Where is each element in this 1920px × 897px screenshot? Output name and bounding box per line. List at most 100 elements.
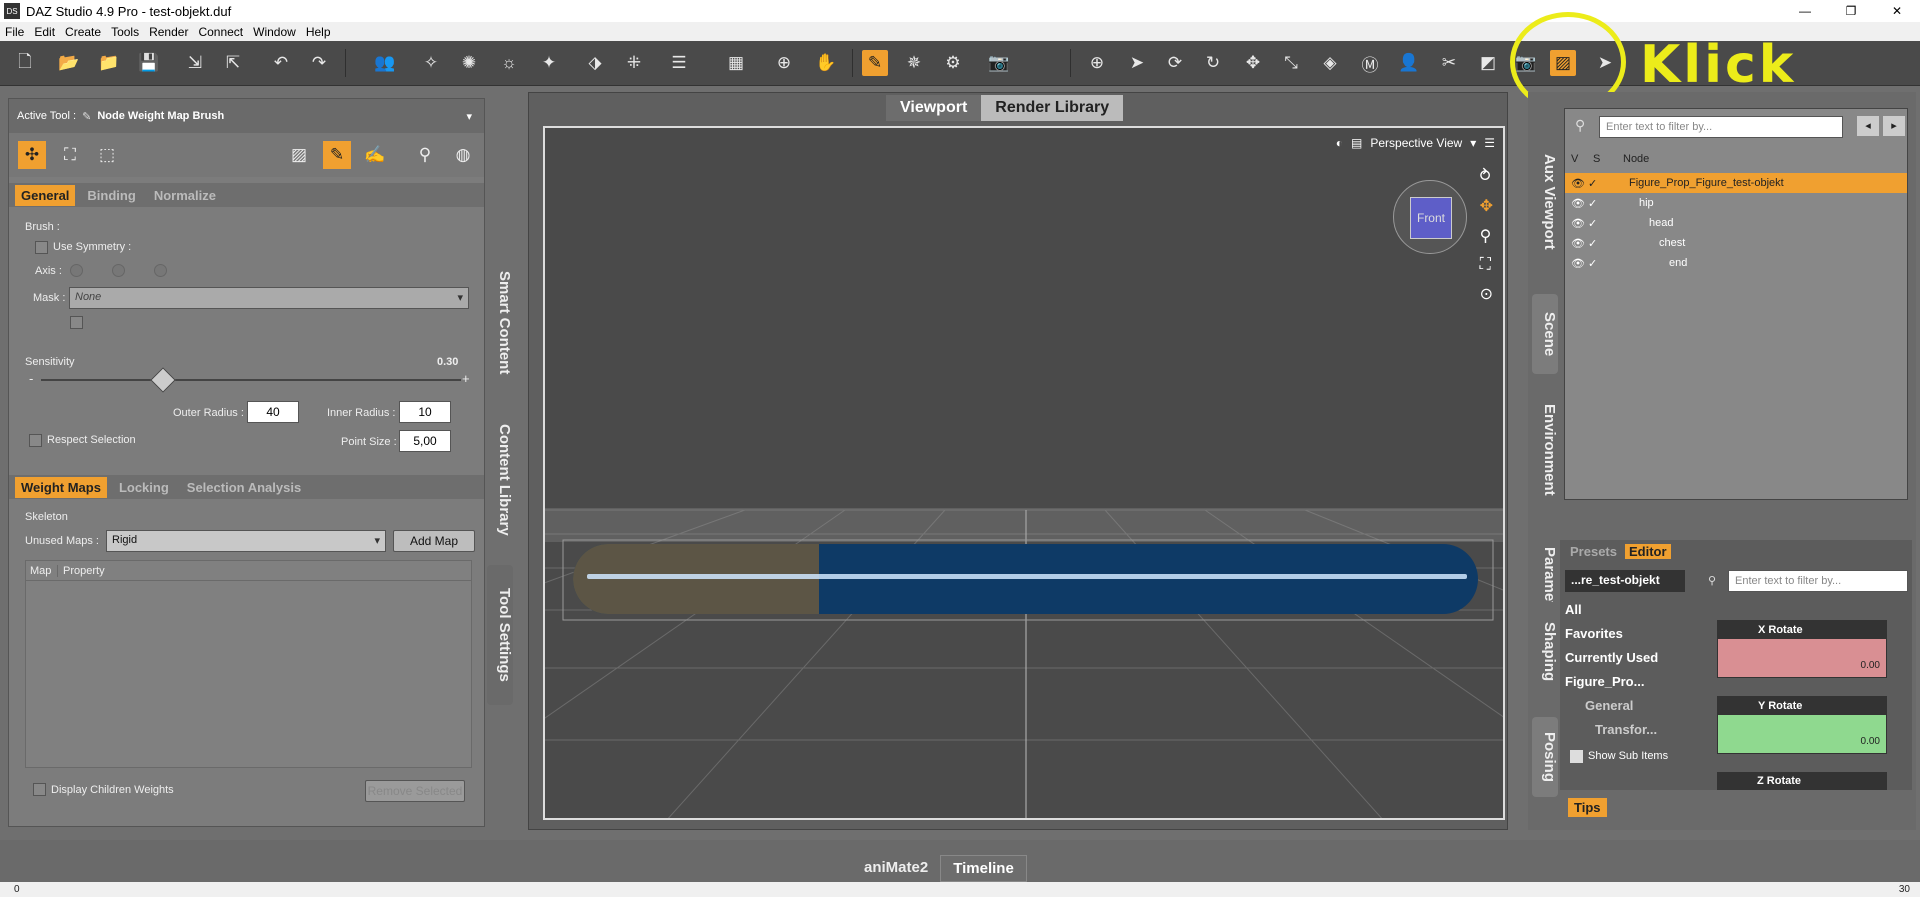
axis-y-radio[interactable]: [112, 264, 125, 277]
open-file-icon[interactable]: 📂: [56, 50, 82, 76]
display-children-checkbox[interactable]: [33, 783, 46, 796]
tab-locking[interactable]: Locking: [113, 477, 175, 498]
menu-create[interactable]: Create: [60, 25, 106, 39]
render-icon[interactable]: ⚙: [940, 50, 966, 76]
align-icon[interactable]: ☰: [666, 50, 692, 76]
previous-icon[interactable]: ◂: [1857, 116, 1879, 136]
tree-general[interactable]: General: [1565, 694, 1685, 718]
scene-navigator-icon[interactable]: ⊕: [1084, 50, 1110, 76]
sensitivity-plus[interactable]: +: [462, 371, 470, 386]
maximize-icon[interactable]: ❐: [1828, 0, 1874, 22]
eye-icon[interactable]: 👁 ✓: [1565, 257, 1619, 270]
scene-row[interactable]: 👁 ✓ hip: [1565, 193, 1907, 213]
tab-editor[interactable]: Editor: [1624, 544, 1671, 559]
tree-favorites[interactable]: Favorites: [1565, 622, 1685, 646]
edge-icon[interactable]: ◩: [1475, 50, 1501, 76]
add-map-button[interactable]: Add Map: [393, 530, 475, 552]
tab-selection-analysis[interactable]: Selection Analysis: [181, 477, 307, 498]
distant-light-icon[interactable]: ☼: [496, 50, 522, 76]
orbit-icon[interactable]: ⥁: [1480, 166, 1493, 186]
linear-light-icon[interactable]: ✦: [536, 50, 562, 76]
grid-icon[interactable]: ▦: [723, 50, 749, 76]
rotate-icon[interactable]: ↻: [1200, 50, 1226, 76]
reset-icon[interactable]: ⊙: [1480, 284, 1493, 304]
joint-editor-icon[interactable]: ✋: [813, 50, 839, 76]
x-rotate-dial[interactable]: X Rotate 0.00: [1717, 620, 1887, 678]
gradient-icon[interactable]: ⚲: [411, 141, 439, 169]
zoom-icon[interactable]: ⚲: [1480, 226, 1493, 246]
menu-connect[interactable]: Connect: [193, 25, 248, 39]
menu-window[interactable]: Window: [248, 25, 301, 39]
side-tab-shaping[interactable]: Shaping: [1532, 612, 1558, 692]
scene-row[interactable]: 👁 ✓ head: [1565, 213, 1907, 233]
view-cube-front[interactable]: Front: [1410, 197, 1452, 239]
side-tab-aux-viewport[interactable]: Aux Viewport: [1532, 142, 1558, 262]
side-tab-smart-content[interactable]: Smart Content: [487, 263, 513, 383]
save-icon[interactable]: 💾: [136, 50, 162, 76]
tab-render-library[interactable]: Render Library: [981, 95, 1124, 121]
menu-render[interactable]: Render: [144, 25, 193, 39]
tree-figure[interactable]: Figure_Pro...: [1565, 670, 1685, 694]
translate-icon[interactable]: ✥: [1240, 50, 1266, 76]
tab-timeline[interactable]: Timeline: [940, 855, 1027, 882]
y-rotate-dial[interactable]: Y Rotate 0.00: [1717, 696, 1887, 754]
brush-mode-icon[interactable]: ✣: [18, 141, 46, 169]
menu-help[interactable]: Help: [301, 25, 336, 39]
add-camera-icon[interactable]: ⬗: [582, 50, 608, 76]
mask-checkbox[interactable]: [70, 316, 83, 329]
side-tab-posing[interactable]: Posing: [1532, 717, 1558, 797]
create-figure-icon[interactable]: 👥: [372, 50, 398, 76]
outer-radius-input[interactable]: 40: [247, 401, 299, 423]
tab-binding[interactable]: Binding: [81, 185, 141, 206]
eye-icon[interactable]: 👁 ✓: [1565, 217, 1619, 230]
active-pose-icon[interactable]: ⟳: [1162, 50, 1188, 76]
tab-presets[interactable]: Presets: [1570, 544, 1617, 559]
side-tab-content-library[interactable]: Content Library: [487, 415, 513, 545]
tab-viewport[interactable]: Viewport: [886, 95, 982, 121]
undo-icon[interactable]: ↶: [268, 50, 294, 76]
scene-row[interactable]: 👁 ✓ Figure_Prop_Figure_test-objekt: [1565, 173, 1907, 193]
menu-file[interactable]: File: [0, 25, 29, 39]
redo-icon[interactable]: ↷: [306, 50, 332, 76]
next-icon[interactable]: ▸: [1883, 116, 1905, 136]
chevron-down-icon[interactable]: ▾: [466, 110, 472, 123]
show-sub-items-checkbox[interactable]: [1570, 750, 1583, 763]
spot-light-icon[interactable]: ✧: [418, 50, 444, 76]
node-select[interactable]: ...re_test-objekt: [1565, 570, 1685, 592]
use-symmetry-checkbox[interactable]: [35, 241, 48, 254]
remove-selected-button[interactable]: Remove Selected: [365, 780, 465, 802]
menu-tools[interactable]: Tools: [106, 25, 144, 39]
sensitivity-slider-handle[interactable]: [150, 367, 176, 393]
respect-selection-checkbox[interactable]: [29, 434, 42, 447]
camera-snapshot-icon[interactable]: 📷: [986, 50, 1012, 76]
export-icon[interactable]: ⇱: [220, 50, 246, 76]
scene-row[interactable]: 👁 ✓ end: [1565, 253, 1907, 273]
scale-icon[interactable]: ⤡: [1278, 50, 1304, 76]
surface-selection-icon[interactable]: ◈: [1317, 50, 1343, 76]
tab-general[interactable]: General: [15, 184, 76, 206]
point-light-icon[interactable]: ✺: [456, 50, 482, 76]
iray-icon[interactable]: ✵: [901, 50, 927, 76]
tree-transforms[interactable]: Transfor...: [1565, 718, 1685, 742]
inner-radius-input[interactable]: 10: [399, 401, 451, 423]
3d-viewport[interactable]: ◐ ▤ Perspective View ▾ ☰ Front ⥁ ✥ ⚲ ⛶ ⊙: [543, 126, 1505, 820]
render-settings-icon[interactable]: ✎: [862, 50, 888, 76]
sphere-icon[interactable]: ◍: [449, 141, 477, 169]
eye-icon[interactable]: 👁 ✓: [1565, 177, 1619, 190]
shading-icon[interactable]: ◐: [1336, 136, 1343, 150]
paint-icon[interactable]: ✎: [323, 141, 351, 169]
tab-animate2[interactable]: aniMate2: [852, 855, 940, 882]
timeline-ruler[interactable]: 0 30: [0, 882, 1920, 897]
z-rotate-dial[interactable]: Z Rotate: [1717, 772, 1887, 790]
unused-maps-select[interactable]: Rigid ▾: [106, 530, 386, 552]
node-selection-icon[interactable]: ➤: [1124, 50, 1150, 76]
mask-select[interactable]: None ▾: [69, 287, 469, 309]
smooth-icon[interactable]: ✍: [361, 141, 389, 169]
universal-tool-icon[interactable]: ⊕: [771, 50, 797, 76]
point-size-input[interactable]: 5,00: [399, 430, 451, 452]
chevron-down-icon[interactable]: ▾: [1470, 136, 1476, 150]
joint-editor-tool-icon[interactable]: 👤: [1396, 50, 1422, 76]
perspective-view-select[interactable]: Perspective View: [1370, 136, 1462, 150]
tree-currently-used[interactable]: Currently Used: [1565, 646, 1685, 670]
merge-file-icon[interactable]: 📁: [96, 50, 122, 76]
